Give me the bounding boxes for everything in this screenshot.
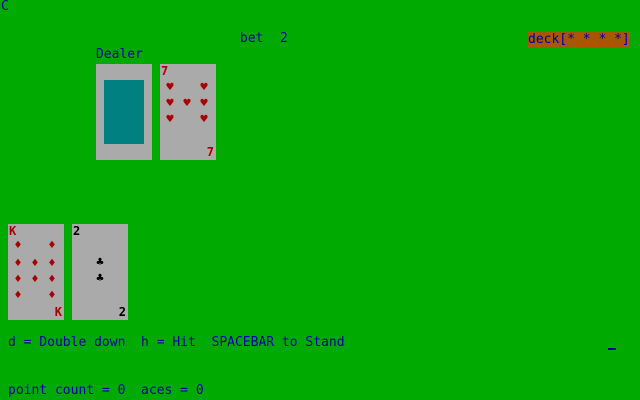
- card-rank-bottom: 7: [206, 145, 214, 159]
- heart-pip-icon: ♥: [165, 114, 175, 125]
- diamond-pip-icon: ♦: [47, 240, 57, 251]
- card-rank-bottom: K: [54, 305, 62, 319]
- club-pip-icon: ♣: [95, 273, 105, 284]
- diamond-pip-icon: ♦: [13, 240, 23, 251]
- heart-pip-icon: ♥: [199, 98, 209, 109]
- diamond-pip-icon: ♦: [13, 290, 23, 301]
- dealer-card-seven-hearts: 7 ♥ ♥ ♥ ♥ ♥ ♥ ♥ 7: [160, 64, 216, 160]
- dealer-card-face-down: [96, 64, 152, 160]
- club-pip-icon: ♣: [95, 257, 105, 268]
- card-rank-bottom: 2: [118, 305, 126, 319]
- deck-indicator: deck[* * * *]: [528, 32, 630, 47]
- player-card-two-clubs: 2 ♣ ♣ 2: [72, 224, 128, 320]
- corner-char: C: [1, 0, 9, 14]
- card-back-pattern: [104, 80, 144, 144]
- heart-pip-icon: ♥: [199, 82, 209, 93]
- heart-pip-icon: ♥: [199, 114, 209, 125]
- heart-pip-icon: ♥: [165, 82, 175, 93]
- bet-value: 2: [280, 31, 288, 46]
- heart-pip-icon: ♥: [182, 98, 192, 109]
- card-rank-top: 7: [161, 64, 169, 78]
- diamond-pip-icon: ♦: [13, 274, 23, 285]
- point-count-status: point count = 0 aces = 0: [8, 383, 204, 398]
- player-card-king-diamonds: K ♦ ♦ ♦ ♦ ♦ ♦ ♦ ♦ ♦ ♦ K: [8, 224, 64, 320]
- card-rank-top: 2: [73, 224, 81, 238]
- diamond-pip-icon: ♦: [47, 290, 57, 301]
- diamond-pip-icon: ♦: [13, 258, 23, 269]
- diamond-pip-icon: ♦: [47, 258, 57, 269]
- controls-help-text: d = Double down h = Hit SPACEBAR to Stan…: [8, 335, 345, 350]
- diamond-pip-icon: ♦: [30, 258, 40, 269]
- text-cursor: [608, 348, 616, 350]
- heart-pip-icon: ♥: [165, 98, 175, 109]
- diamond-pip-icon: ♦: [47, 274, 57, 285]
- bet-label: bet: [240, 31, 264, 46]
- card-rank-top: K: [9, 224, 17, 238]
- diamond-pip-icon: ♦: [30, 274, 40, 285]
- dealer-label: Dealer: [96, 47, 143, 62]
